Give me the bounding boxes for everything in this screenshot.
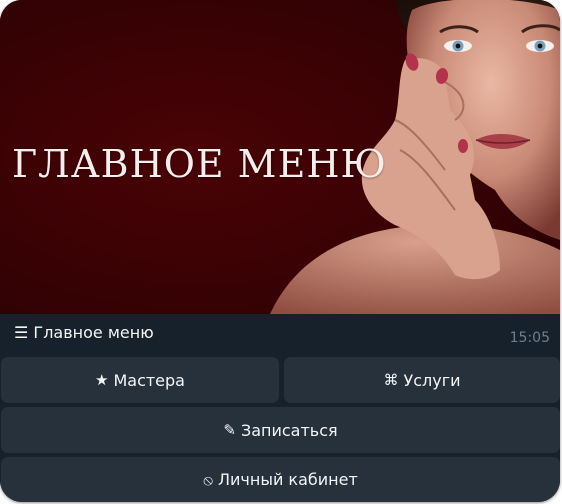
masters-button-label: Мастера — [113, 370, 185, 390]
message-time: 15:05 — [509, 330, 550, 346]
inline-keyboard: ★ Мастера ⌘ Услуги ✎ Записаться ⦸ Личный… — [0, 354, 560, 502]
personal-account-button-label: Личный кабинет — [217, 470, 358, 489]
star-icon: ★ — [95, 371, 109, 389]
masters-button[interactable]: ★ Мастера — [1, 357, 279, 403]
bot-message-card: ГЛАВНОЕ МЕНЮ ☰ Главное меню 15:05 ★ Маст… — [0, 0, 560, 502]
services-button-label: Услуги — [403, 370, 461, 390]
banner-title: ГЛАВНОЕ МЕНЮ — [12, 142, 387, 186]
command-icon: ⌘ — [383, 371, 399, 389]
personal-account-button[interactable]: ⦸ Личный кабинет — [1, 457, 560, 502]
pencil-icon: ✎ — [223, 421, 236, 439]
no-entry-icon: ⦸ — [203, 470, 213, 489]
services-button[interactable]: ⌘ Услуги — [284, 357, 560, 403]
book-button-label: Записаться — [240, 420, 338, 440]
message-text: ☰ Главное меню — [14, 323, 154, 342]
book-button[interactable]: ✎ Записаться — [1, 407, 560, 453]
menu-banner-image: ГЛАВНОЕ МЕНЮ — [0, 0, 560, 314]
message-caption: ☰ Главное меню 15:05 — [0, 314, 560, 354]
